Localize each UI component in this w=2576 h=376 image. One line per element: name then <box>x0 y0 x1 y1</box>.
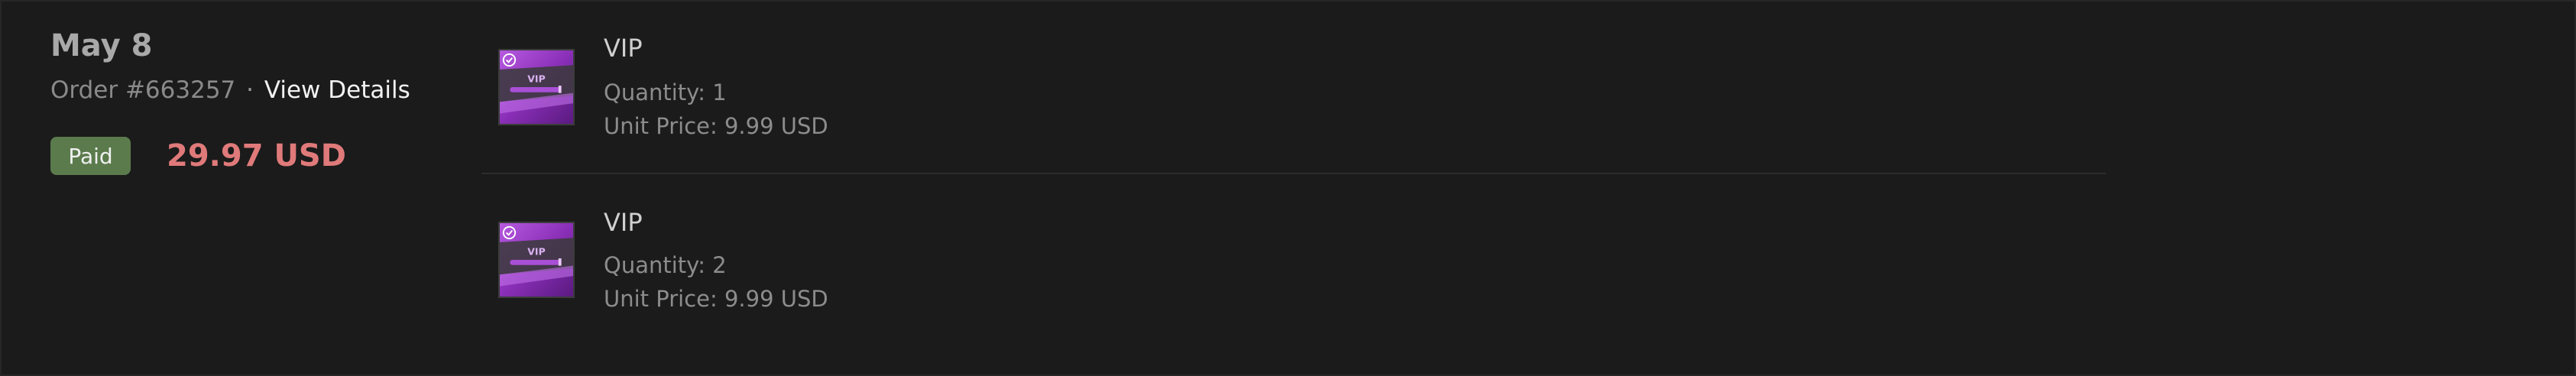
item-unit-price: Unit Price: 9.99 USD <box>604 113 828 139</box>
order-info-line: Order #663257 · View Details <box>50 76 410 105</box>
thumbnail-vip-text: VIP <box>527 245 545 257</box>
order-item: VIP VIP Quantity: 2 Unit Price: 9.99 USD <box>481 174 2106 347</box>
item-title: VIP <box>604 208 643 237</box>
item-quantity: Quantity: 2 <box>604 252 727 278</box>
vip-product-thumbnail: VIP <box>498 49 575 125</box>
paid-status-badge: Paid <box>50 137 131 175</box>
order-number: Order #663257 <box>50 76 236 104</box>
order-date: May 8 <box>50 28 153 63</box>
order-item: VIP VIP Quantity: 1 Unit Price: 9.99 USD <box>481 2 2106 174</box>
order-card: May 8 Order #663257 · View Details Paid … <box>0 0 2576 376</box>
order-total: 29.97 USD <box>167 138 346 173</box>
item-title: VIP <box>604 34 643 63</box>
vip-product-thumbnail: VIP <box>498 222 575 298</box>
item-unit-price: Unit Price: 9.99 USD <box>604 286 828 312</box>
item-quantity: Quantity: 1 <box>604 79 727 105</box>
thumbnail-vip-text: VIP <box>527 73 545 84</box>
view-details-link[interactable]: View Details <box>264 76 410 104</box>
separator-dot: · <box>246 76 254 104</box>
